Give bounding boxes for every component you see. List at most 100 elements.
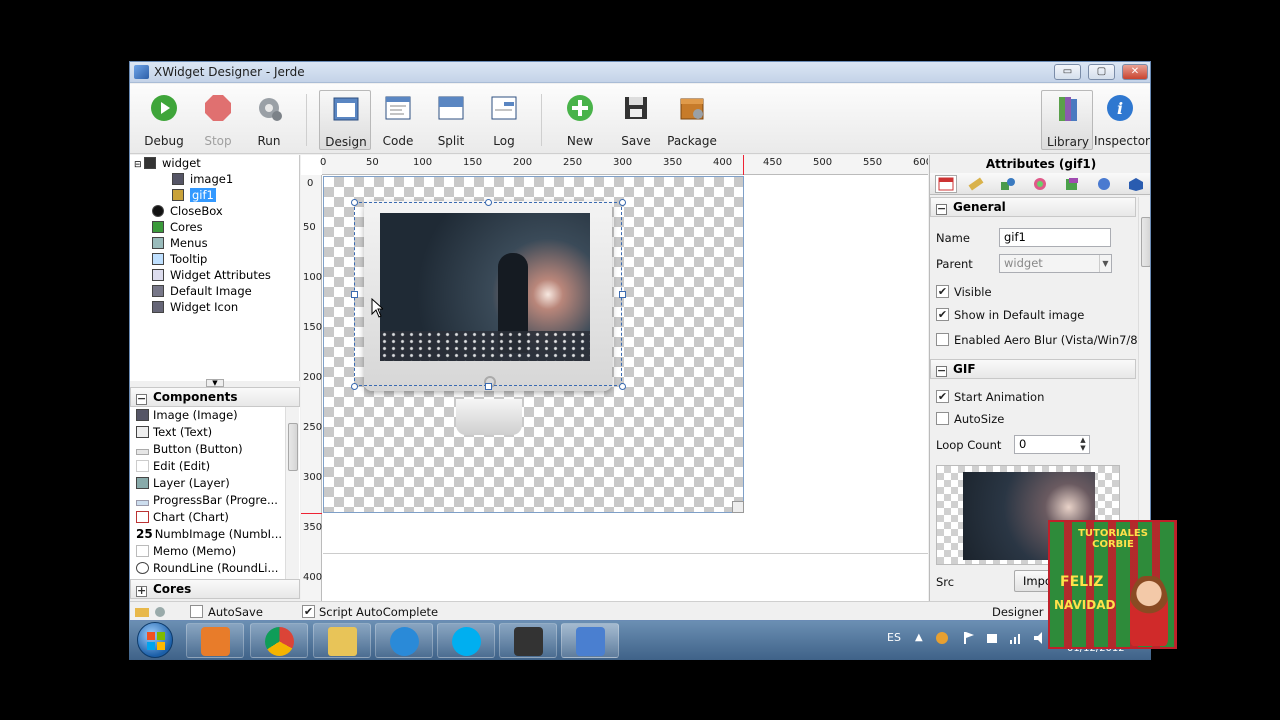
tree-item-widget-attributes[interactable]: Widget Attributes <box>152 267 271 283</box>
save-label: Save <box>621 134 651 148</box>
taskbar-media-player[interactable] <box>186 623 244 658</box>
package-button[interactable]: Package <box>666 90 718 150</box>
tree-item-image1[interactable]: image1 <box>172 171 233 187</box>
component-button[interactable]: Button (Button) <box>136 441 243 458</box>
tab-calendar[interactable] <box>935 175 957 193</box>
start-animation-checkbox[interactable]: ✔ <box>936 390 949 403</box>
tree-item-cores[interactable]: Cores <box>152 219 203 235</box>
new-button[interactable]: New <box>554 90 606 150</box>
volume-icon[interactable] <box>1033 631 1047 645</box>
name-field[interactable]: gif1 <box>999 228 1111 247</box>
component-progressbar[interactable]: ProgressBar (Progre... <box>136 492 278 509</box>
taskbar-internet-explorer[interactable] <box>375 623 433 658</box>
components-header[interactable]: − Components <box>130 387 300 407</box>
resize-handle[interactable] <box>351 383 358 390</box>
ruler-marker <box>301 513 322 514</box>
save-button[interactable]: Save <box>610 90 662 150</box>
aero-blur-checkbox[interactable] <box>936 333 949 346</box>
ruler-tick: 200 <box>303 372 323 383</box>
component-layer[interactable]: Layer (Layer) <box>136 475 230 492</box>
resize-handle[interactable] <box>619 291 626 298</box>
cores-header[interactable]: + Cores <box>130 579 300 599</box>
resize-handle[interactable] <box>485 199 492 206</box>
gif-section-header[interactable]: − GIF <box>930 359 1136 379</box>
taskbar-explorer[interactable] <box>313 623 371 658</box>
component-image[interactable]: Image (Image) <box>136 407 238 424</box>
minimize-button[interactable]: ▭ <box>1054 64 1081 80</box>
autosave-checkbox[interactable] <box>190 605 203 618</box>
tree-item-widget[interactable]: ⊟ widget <box>134 155 201 171</box>
color-wheel-icon[interactable] <box>1032 177 1048 191</box>
script-autocomplete-checkbox[interactable]: ✔ <box>302 605 315 618</box>
widget-canvas[interactable] <box>323 176 744 513</box>
component-memo[interactable]: Memo (Memo) <box>136 543 236 560</box>
tray-app-icon[interactable] <box>935 631 949 645</box>
stepper-arrows-icon[interactable]: ▲ ▼ <box>1077 436 1089 453</box>
start-button[interactable] <box>137 622 173 658</box>
tree-item-menus[interactable]: Menus <box>152 235 208 251</box>
chevron-down-icon[interactable]: ▼ <box>1099 255 1111 272</box>
tray-expand-icon[interactable]: ▲ <box>915 632 923 643</box>
collapse-splitter[interactable]: ▼ <box>206 379 224 387</box>
component-chart[interactable]: Chart (Chart) <box>136 509 229 526</box>
canvas-resize-grip[interactable] <box>732 501 744 513</box>
resize-handle[interactable] <box>351 291 358 298</box>
title-bar[interactable]: XWidget Designer - Jerde ▭ ▢ ✕ <box>130 62 1150 83</box>
power-icon[interactable] <box>985 631 999 645</box>
settings-icon[interactable] <box>152 605 168 618</box>
resize-handle[interactable] <box>351 199 358 206</box>
run-button[interactable]: Run <box>243 90 295 150</box>
visible-checkbox[interactable]: ✔ <box>936 285 949 298</box>
globe-icon[interactable] <box>1096 177 1112 191</box>
general-section-header[interactable]: − General <box>930 197 1136 217</box>
ruler-icon[interactable] <box>968 177 984 191</box>
scrollbar-thumb[interactable] <box>288 423 298 471</box>
action-center-icon[interactable] <box>961 631 975 645</box>
taskbar-skype[interactable] <box>437 623 495 658</box>
split-button[interactable]: Split <box>425 90 477 150</box>
folder-icon[interactable] <box>134 605 150 618</box>
selection-box[interactable] <box>351 199 626 390</box>
component-edit[interactable]: Edit (Edit) <box>136 458 210 475</box>
component-roundline[interactable]: RoundLine (RoundLi... <box>136 560 278 577</box>
taskbar-chrome[interactable] <box>250 623 308 658</box>
components-title: Components <box>153 390 238 404</box>
library-button[interactable]: Library <box>1041 90 1093 150</box>
tree-item-widget-icon[interactable]: Widget Icon <box>152 299 238 315</box>
show-default-checkbox[interactable]: ✔ <box>936 308 949 321</box>
tree-item-closebox[interactable]: CloseBox <box>152 203 223 219</box>
shapes-icon[interactable] <box>1000 177 1016 191</box>
taskbar-xwidget[interactable] <box>561 623 619 658</box>
maximize-button[interactable]: ▢ <box>1088 64 1115 80</box>
code-button[interactable]: Code <box>372 90 424 150</box>
design-button[interactable]: Design <box>319 90 371 150</box>
resize-handle[interactable] <box>619 199 626 206</box>
stop-button[interactable]: Stop <box>192 90 244 150</box>
debug-button[interactable]: Debug <box>138 90 190 150</box>
cube-icon[interactable] <box>1064 177 1080 191</box>
box-icon[interactable] <box>1128 177 1144 191</box>
language-indicator[interactable]: ES <box>887 631 901 644</box>
play-icon <box>151 95 177 121</box>
component-label: Button (Button) <box>153 442 243 456</box>
component-text[interactable]: Text (Text) <box>136 424 212 441</box>
close-button[interactable]: ✕ <box>1122 64 1148 80</box>
tree-item-default-image[interactable]: Default Image <box>152 283 252 299</box>
components-scrollbar[interactable] <box>285 407 299 579</box>
network-icon[interactable] <box>1009 631 1023 645</box>
tree-item-tooltip[interactable]: Tooltip <box>152 251 207 267</box>
parent-select[interactable]: widget <box>999 254 1112 273</box>
tree-item-gif1[interactable]: gif1 <box>172 187 216 203</box>
scrollbar-thumb[interactable] <box>1141 217 1150 267</box>
package-label: Package <box>667 134 717 148</box>
ruler-tick: 150 <box>303 322 323 333</box>
log-button[interactable]: Log <box>478 90 530 150</box>
resize-handle[interactable] <box>485 383 492 390</box>
taskbar-video-app[interactable] <box>499 623 557 658</box>
resize-handle[interactable] <box>619 383 626 390</box>
inspector-button[interactable]: i Inspector <box>1094 90 1150 150</box>
component-numbimage[interactable]: 25 NumbImage (NumbI... <box>136 526 282 543</box>
image-icon <box>136 409 149 421</box>
autosize-checkbox[interactable] <box>936 412 949 425</box>
numb-icon: 25 <box>136 527 153 541</box>
